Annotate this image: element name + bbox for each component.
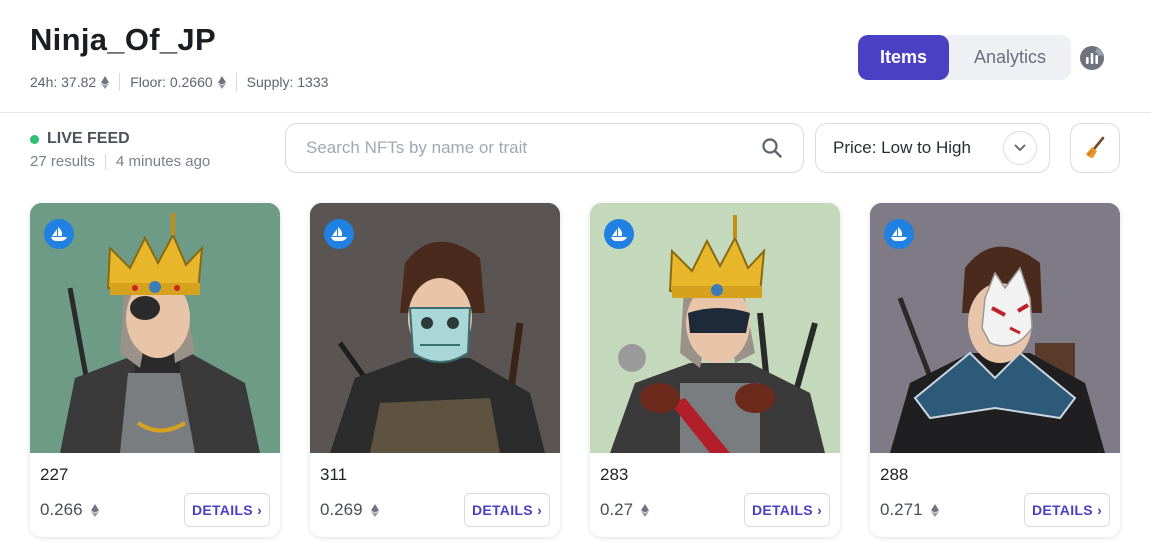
opensea-icon[interactable] xyxy=(884,219,914,249)
nft-price-value: 0.271 xyxy=(880,500,923,519)
details-button[interactable]: DETAILS › xyxy=(464,493,550,527)
divider xyxy=(235,73,237,91)
stat-supply: Supply: 1333 xyxy=(247,74,329,90)
results-meta: 27 results 4 minutes ago xyxy=(30,153,210,170)
tab-items[interactable]: Items xyxy=(858,35,949,80)
details-button[interactable]: DETAILS › xyxy=(1024,493,1110,527)
search-box xyxy=(285,123,804,173)
opensea-icon[interactable] xyxy=(44,219,74,249)
nft-card[interactable]: 311 0.269 DETAILS › xyxy=(310,203,560,537)
opensea-icon[interactable] xyxy=(604,219,634,249)
tab-analytics[interactable]: Analytics xyxy=(949,35,1071,80)
clear-filters-button[interactable] xyxy=(1070,123,1120,173)
analytics-icon[interactable] xyxy=(1078,44,1106,72)
nft-price: 0.271 xyxy=(880,500,939,520)
nft-name: 227 xyxy=(40,465,69,484)
collection-title: Ninja_Of_JP xyxy=(30,22,216,57)
eth-icon xyxy=(90,503,99,517)
nft-card[interactable]: 227 0.266 DETAILS › xyxy=(30,203,280,537)
chevron-down-icon[interactable] xyxy=(1003,131,1037,165)
nft-price: 0.27 xyxy=(600,500,650,520)
stat-24h: 24h: 37.82 xyxy=(30,74,110,90)
sort-select[interactable]: Price: Low to High xyxy=(815,123,1050,173)
stat-floor-label: Floor: 0.2660 xyxy=(130,74,213,90)
divider xyxy=(119,73,121,91)
eth-icon xyxy=(101,75,110,89)
live-feed-label: LIVE FEED xyxy=(47,130,130,147)
nft-image[interactable] xyxy=(870,203,1120,453)
nft-card[interactable]: 288 0.271 DETAILS › xyxy=(870,203,1120,537)
eth-icon xyxy=(641,503,650,517)
stat-24h-label: 24h: 37.82 xyxy=(30,74,97,90)
nft-name: 283 xyxy=(600,465,629,484)
nft-name: 288 xyxy=(880,465,909,484)
nft-name: 311 xyxy=(320,465,348,484)
results-count: 27 results xyxy=(30,153,96,170)
collection-stats: 24h: 37.82 Floor: 0.2660 Supply: 1333 xyxy=(30,73,328,91)
nft-price: 0.266 xyxy=(40,500,99,520)
last-updated: 4 minutes ago xyxy=(116,153,211,170)
nft-image[interactable] xyxy=(30,203,280,453)
nft-price-value: 0.269 xyxy=(320,500,363,519)
collection-header: Ninja_Of_JP 24h: 37.82 Floor: 0.2660 Sup… xyxy=(0,0,1151,113)
eth-icon xyxy=(370,503,379,517)
nft-price-value: 0.266 xyxy=(40,500,83,519)
opensea-icon[interactable] xyxy=(324,219,354,249)
nft-price-value: 0.27 xyxy=(600,500,634,519)
divider xyxy=(105,153,107,170)
view-toggle: Items Analytics xyxy=(858,35,1071,80)
stat-supply-label: Supply: 1333 xyxy=(246,74,329,90)
live-dot-icon xyxy=(30,134,39,144)
live-feed-indicator: LIVE FEED xyxy=(30,130,130,148)
nft-image[interactable] xyxy=(310,203,560,453)
nft-price: 0.269 xyxy=(320,500,379,520)
details-button[interactable]: DETAILS › xyxy=(184,493,270,527)
stat-floor: Floor: 0.2660 xyxy=(130,74,226,90)
broom-icon xyxy=(1086,136,1105,158)
eth-icon xyxy=(930,503,939,517)
nft-card[interactable]: 283 0.27 DETAILS › xyxy=(590,203,840,537)
eth-icon xyxy=(217,75,226,89)
details-button[interactable]: DETAILS › xyxy=(744,493,830,527)
sort-selected-label: Price: Low to High xyxy=(833,138,971,157)
search-input[interactable] xyxy=(306,138,761,158)
nft-image[interactable] xyxy=(590,203,840,453)
search-icon[interactable] xyxy=(761,137,783,159)
